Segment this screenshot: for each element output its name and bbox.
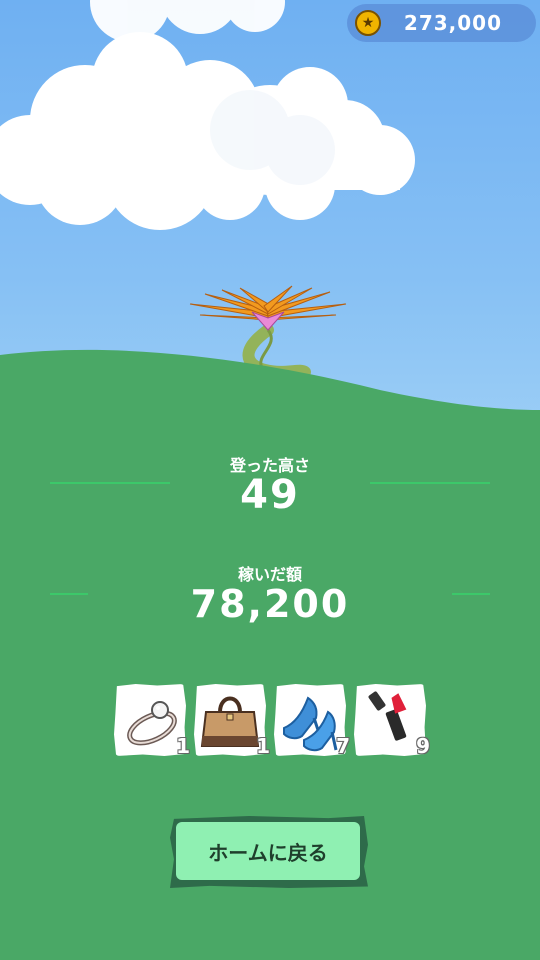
height-value: 49 [240,472,300,518]
coin-balance: 273,000 [403,11,502,35]
item-count: 1 [256,734,270,758]
star-coin-icon: ★ [355,10,381,36]
item-high-heels[interactable]: 7 [274,684,350,758]
item-handbag[interactable]: 1 [194,684,270,758]
home-button-label: ホームに戻る [176,822,360,880]
home-button[interactable]: ホームに戻る [170,816,368,888]
coin-counter: ★ 273,000 [347,4,536,42]
earnings-value: 78,200 [190,582,350,626]
item-count: 7 [336,734,350,758]
cloud-large [0,32,415,230]
item-count: 1 [176,734,190,758]
item-count: 9 [416,734,430,758]
item-ring[interactable]: 1 [114,684,190,758]
item-lipstick[interactable]: 9 [354,684,430,758]
cloud-top [90,0,285,42]
